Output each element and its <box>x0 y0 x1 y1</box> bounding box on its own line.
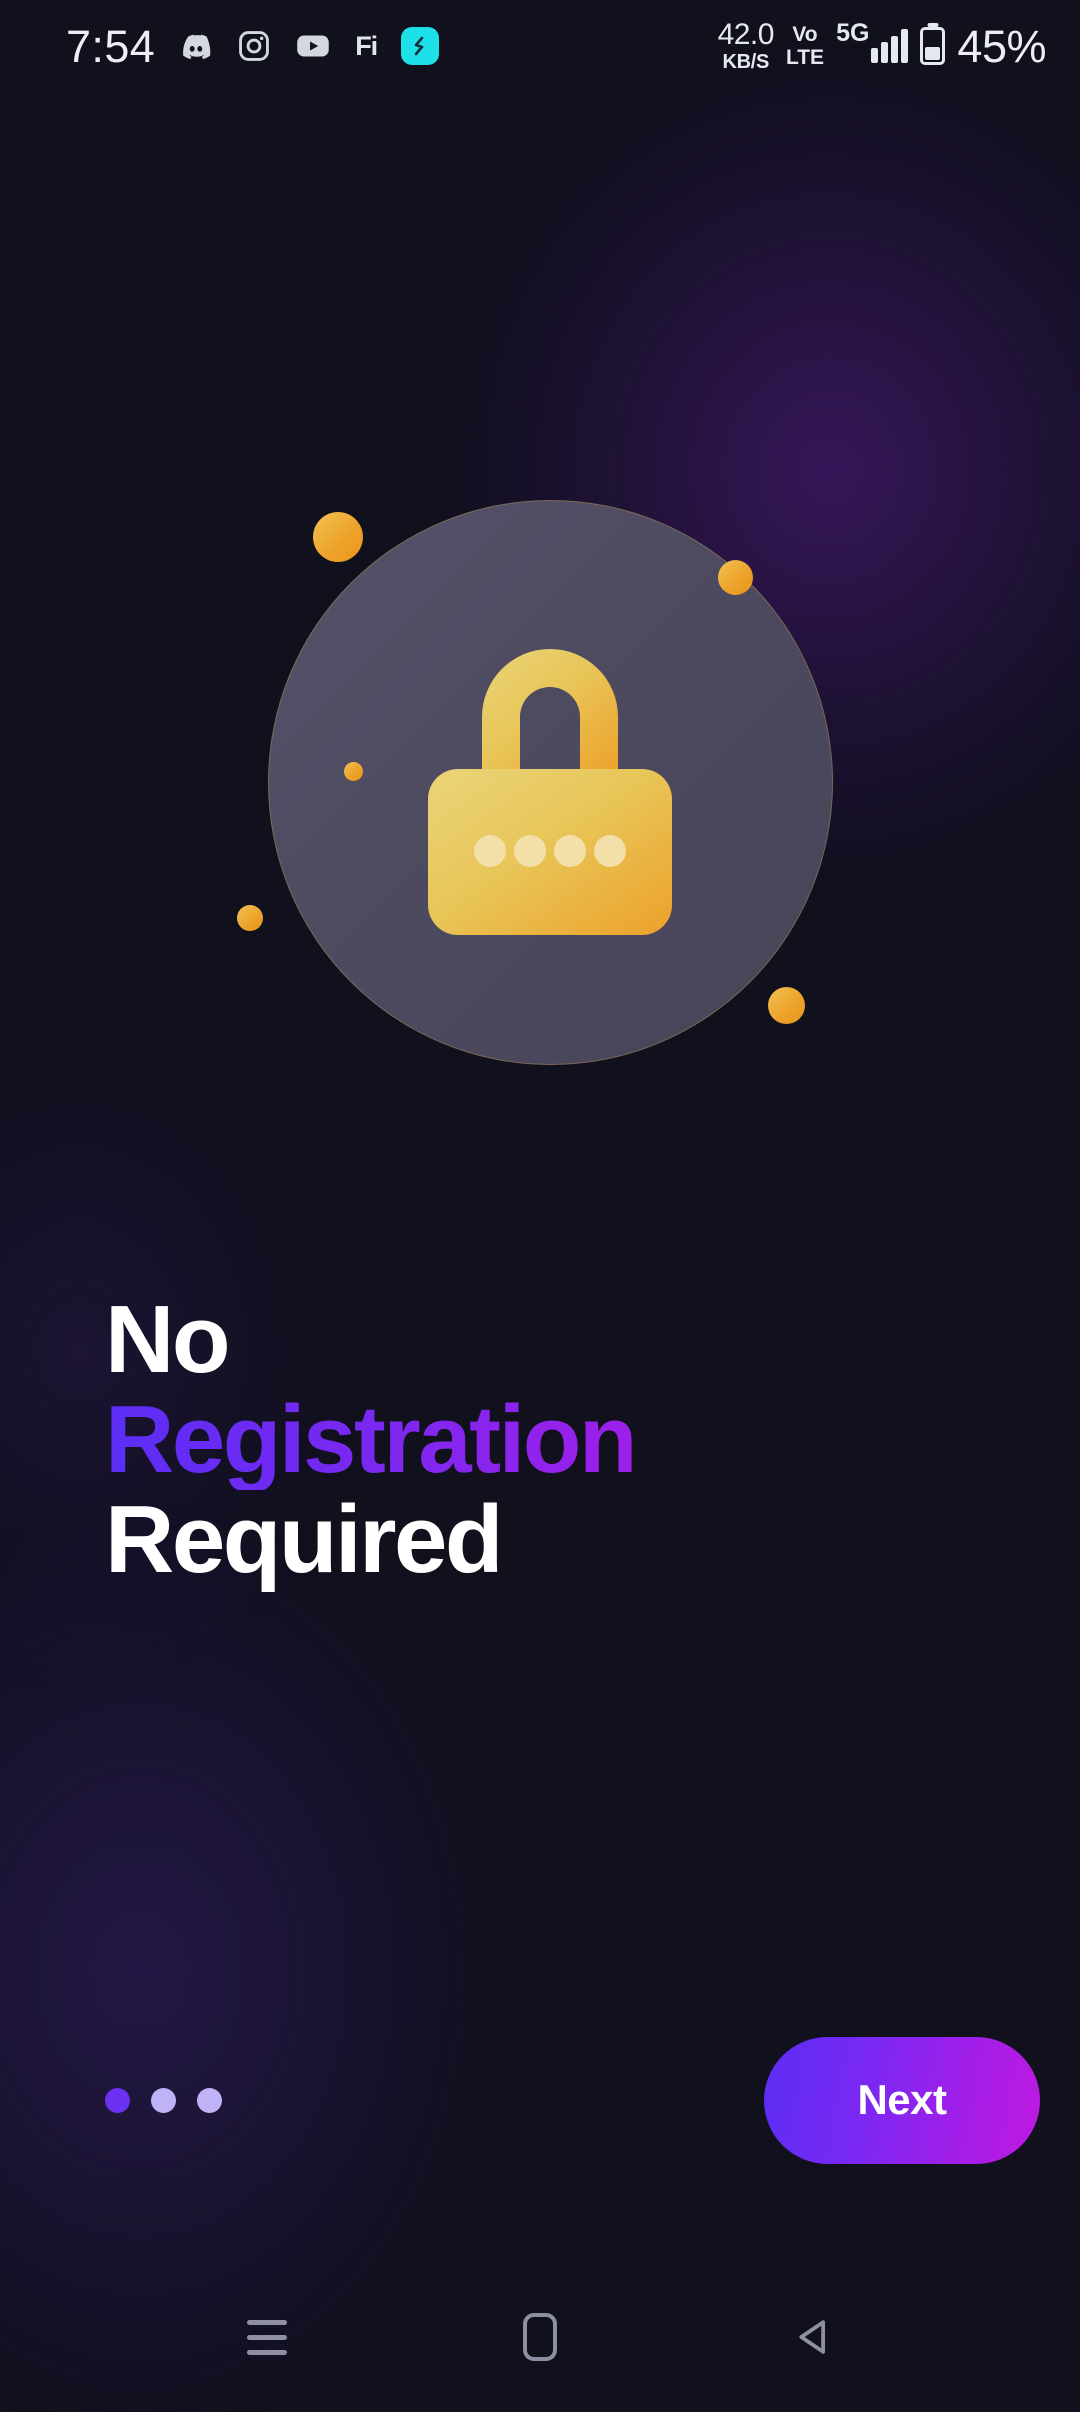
app-shortcut-icon <box>401 27 440 65</box>
pagination-dot-2[interactable] <box>151 2087 176 2113</box>
onboarding-illustration <box>0 460 1080 1080</box>
battery-fill <box>925 47 941 60</box>
discord-icon <box>179 29 213 63</box>
page-title: No Registration Required <box>105 1290 985 1589</box>
onboarding-footer: Next <box>0 2035 1080 2165</box>
accent-dot <box>344 762 363 781</box>
status-bar-right: 42.0 KB/S Vo LTE 5G 45% <box>717 18 1047 73</box>
padlock-icon <box>428 649 672 935</box>
volte-top-label: Vo <box>792 23 818 46</box>
network-speed-unit: KB/S <box>722 51 770 73</box>
network-type-indicator: 5G <box>836 21 909 63</box>
back-icon <box>799 2320 826 2354</box>
network-speed-indicator: 42.0 KB/S <box>717 18 775 73</box>
next-button[interactable]: Next <box>764 2036 1040 2164</box>
volte-indicator: Vo LTE <box>786 24 824 68</box>
status-bar-left: 7:54 Fi <box>66 20 440 72</box>
pagination-dot-3[interactable] <box>197 2087 222 2113</box>
signal-strength-icon <box>871 29 909 63</box>
headline-line-3: Required <box>105 1485 504 1593</box>
onboarding-screen: 7:54 Fi 42.0 KB/S Vo LTE 5G 45% No Regis… <box>0 0 1080 2412</box>
accent-dot <box>237 905 263 931</box>
status-clock: 7:54 <box>66 20 156 72</box>
youtube-icon <box>295 28 331 64</box>
home-icon <box>522 2313 557 2361</box>
network-type-label: 5G <box>836 19 870 47</box>
volte-bottom-label: LTE <box>785 46 825 69</box>
status-bar: 7:54 Fi 42.0 KB/S Vo LTE 5G 45% <box>0 0 1080 92</box>
recents-button[interactable] <box>207 2292 327 2382</box>
android-navigation-bar <box>0 2262 1080 2412</box>
network-speed-value: 42.0 <box>717 18 775 51</box>
accent-dot <box>313 512 363 562</box>
recents-icon <box>246 2319 287 2355</box>
instagram-icon <box>237 29 271 63</box>
pagination-dots <box>105 2087 222 2113</box>
back-button[interactable] <box>753 2292 873 2382</box>
home-button[interactable] <box>480 2292 600 2382</box>
accent-dot <box>718 560 753 595</box>
headline-line-1: No <box>105 1286 230 1393</box>
headline-line-2: Registration <box>105 1389 985 1490</box>
fi-icon: Fi <box>355 30 378 61</box>
accent-dot <box>768 987 805 1024</box>
battery-percent-label: 45% <box>957 20 1046 72</box>
battery-icon <box>920 27 946 65</box>
pagination-dot-1[interactable] <box>105 2087 130 2113</box>
